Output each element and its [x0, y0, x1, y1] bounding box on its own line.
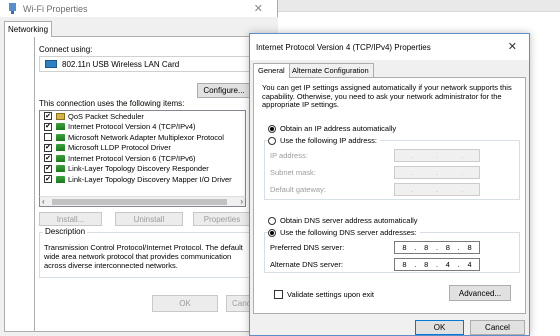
dialog-body: General Alternate Configuration You can … — [250, 60, 529, 335]
item-label: Microsoft LLDP Protocol Driver — [68, 143, 171, 153]
validate-settings-checkbox[interactable]: Validate settings upon exit — [274, 290, 374, 299]
background-window-strip — [278, 0, 560, 12]
description-title: Description — [43, 227, 88, 236]
alternate-dns-label: Alternate DNS server: — [270, 260, 343, 269]
item-label: Link-Layer Topology Discovery Responder — [68, 164, 209, 174]
item-checkbox[interactable]: ✔ — [44, 122, 52, 131]
subnet-mask-field[interactable]: ... — [394, 166, 480, 179]
wifi-ok-button[interactable]: OK — [152, 295, 218, 312]
horizontal-scrollbar[interactable]: ‹ › — [39, 196, 246, 207]
radio-label: Obtain DNS server address automatically — [280, 216, 418, 225]
network-adapter-icon — [8, 3, 17, 14]
scroll-thumb[interactable] — [52, 199, 227, 205]
list-item[interactable]: Microsoft Network Adapter Multiplexor Pr… — [40, 132, 245, 143]
tab-alternate-configuration[interactable]: Alternate Configuration — [287, 63, 374, 77]
wifi-title: Wi-Fi Properties — [23, 3, 88, 14]
item-label: Microsoft Network Adapter Multiplexor Pr… — [68, 132, 224, 142]
radio-selected-icon[interactable] — [268, 124, 276, 133]
ok-button[interactable]: OK — [415, 320, 464, 335]
protocol-icon — [56, 133, 65, 141]
list-item[interactable]: ✔ Internet Protocol Version 6 (TCP/IPv6) — [40, 153, 245, 164]
item-checkbox[interactable]: ✔ — [44, 175, 52, 184]
checkbox-label: Validate settings upon exit — [287, 290, 375, 299]
items-label: This connection uses the following items… — [39, 99, 185, 108]
preferred-dns-field[interactable]: 8. 8. 8. 8 — [394, 241, 480, 254]
radio-use-following-ip[interactable]: Use the following IP address: — [268, 136, 380, 145]
ip-address-label: IP address: — [270, 151, 308, 160]
checkbox-empty-icon[interactable] — [274, 290, 283, 299]
close-icon[interactable]: ✕ — [254, 2, 263, 15]
list-item[interactable]: ✔ Link-Layer Topology Discovery Responde… — [40, 164, 245, 175]
default-gateway-field[interactable]: ... — [394, 183, 480, 196]
protocol-icon — [56, 144, 65, 152]
item-checkbox[interactable] — [44, 133, 52, 142]
item-label: Internet Protocol Version 4 (TCP/IPv4) — [68, 122, 196, 132]
item-label: QoS Packet Scheduler — [68, 111, 144, 121]
list-item[interactable]: ✔ Link-Layer Topology Discovery Mapper I… — [40, 174, 245, 185]
install-button[interactable]: Install... — [39, 212, 102, 226]
default-gateway-label: Default gateway: — [270, 185, 326, 194]
subnet-mask-label: Subnet mask: — [270, 168, 316, 177]
connect-using-label: Connect using: — [39, 45, 93, 54]
scroll-right-icon[interactable]: › — [240, 197, 243, 206]
tab-general[interactable]: General — [253, 63, 290, 78]
radio-empty-icon[interactable] — [268, 136, 276, 145]
radio-obtain-ip-auto[interactable]: Obtain an IP address automatically — [268, 124, 396, 133]
properties-button[interactable]: Properties — [193, 212, 251, 226]
ipv4-properties-dialog: Internet Protocol Version 4 (TCP/IPv4) P… — [249, 33, 530, 336]
wifi-titlebar: Wi-Fi Properties — [0, 0, 277, 17]
radio-label: Use the following DNS server addresses: — [280, 228, 417, 237]
dialog-title: Internet Protocol Version 4 (TCP/IPv4) P… — [256, 42, 431, 52]
protocol-icon — [56, 165, 65, 173]
network-card-icon — [45, 60, 57, 68]
item-checkbox[interactable]: ✔ — [44, 112, 52, 121]
uninstall-button[interactable]: Uninstall — [115, 212, 183, 226]
radio-label: Use the following IP address: — [280, 136, 377, 145]
list-item[interactable]: ✔ Internet Protocol Version 4 (TCP/IPv4) — [40, 122, 245, 133]
networking-panel-edge — [4, 36, 38, 332]
item-label: Internet Protocol Version 6 (TCP/IPv6) — [68, 153, 196, 163]
adapter-field: 802.11n USB Wireless LAN Card — [39, 56, 250, 72]
advanced-button[interactable]: Advanced... — [449, 285, 511, 301]
close-icon[interactable]: ✕ — [508, 40, 517, 53]
item-checkbox[interactable]: ✔ — [44, 164, 52, 173]
protocol-icon — [56, 154, 65, 162]
protocol-icon — [56, 175, 65, 183]
radio-selected-icon[interactable] — [268, 228, 276, 237]
list-item[interactable]: ✔ Microsoft LLDP Protocol Driver — [40, 143, 245, 154]
dialog-titlebar: Internet Protocol Version 4 (TCP/IPv4) P… — [250, 34, 529, 60]
ip-address-field[interactable]: ... — [394, 149, 480, 162]
wifi-properties-window: Wi-Fi Properties ✕ Networking Connect us… — [0, 0, 282, 336]
configure-button[interactable]: Configure... — [197, 83, 251, 98]
radio-empty-icon[interactable] — [268, 216, 276, 225]
item-checkbox[interactable]: ✔ — [44, 154, 52, 163]
intro-text: You can get IP settings assigned automat… — [262, 83, 512, 109]
radio-obtain-dns-auto[interactable]: Obtain DNS server address automatically — [268, 216, 418, 225]
description-text: Transmission Control Protocol/Internet P… — [44, 243, 243, 270]
protocol-icon — [56, 123, 65, 131]
radio-use-following-dns[interactable]: Use the following DNS server addresses: — [268, 228, 420, 237]
cancel-button[interactable]: Cancel — [470, 320, 525, 335]
general-panel: You can get IP settings assigned automat… — [253, 77, 526, 314]
alternate-dns-field[interactable]: 8. 8. 4. 4 — [394, 258, 480, 271]
preferred-dns-label: Preferred DNS server: — [270, 243, 345, 252]
item-label: Link-Layer Topology Discovery Mapper I/O… — [68, 174, 232, 184]
item-checkbox[interactable]: ✔ — [44, 143, 52, 152]
adapter-name: 802.11n USB Wireless LAN Card — [62, 59, 180, 69]
list-item[interactable]: ✔ QoS Packet Scheduler — [40, 111, 245, 122]
service-icon — [56, 112, 65, 120]
radio-label: Obtain an IP address automatically — [280, 124, 397, 133]
connection-items-list[interactable]: ✔ QoS Packet Scheduler ✔ Internet Protoc… — [39, 110, 246, 207]
scroll-left-icon[interactable]: ‹ — [42, 197, 45, 206]
tab-networking[interactable]: Networking — [4, 21, 52, 37]
